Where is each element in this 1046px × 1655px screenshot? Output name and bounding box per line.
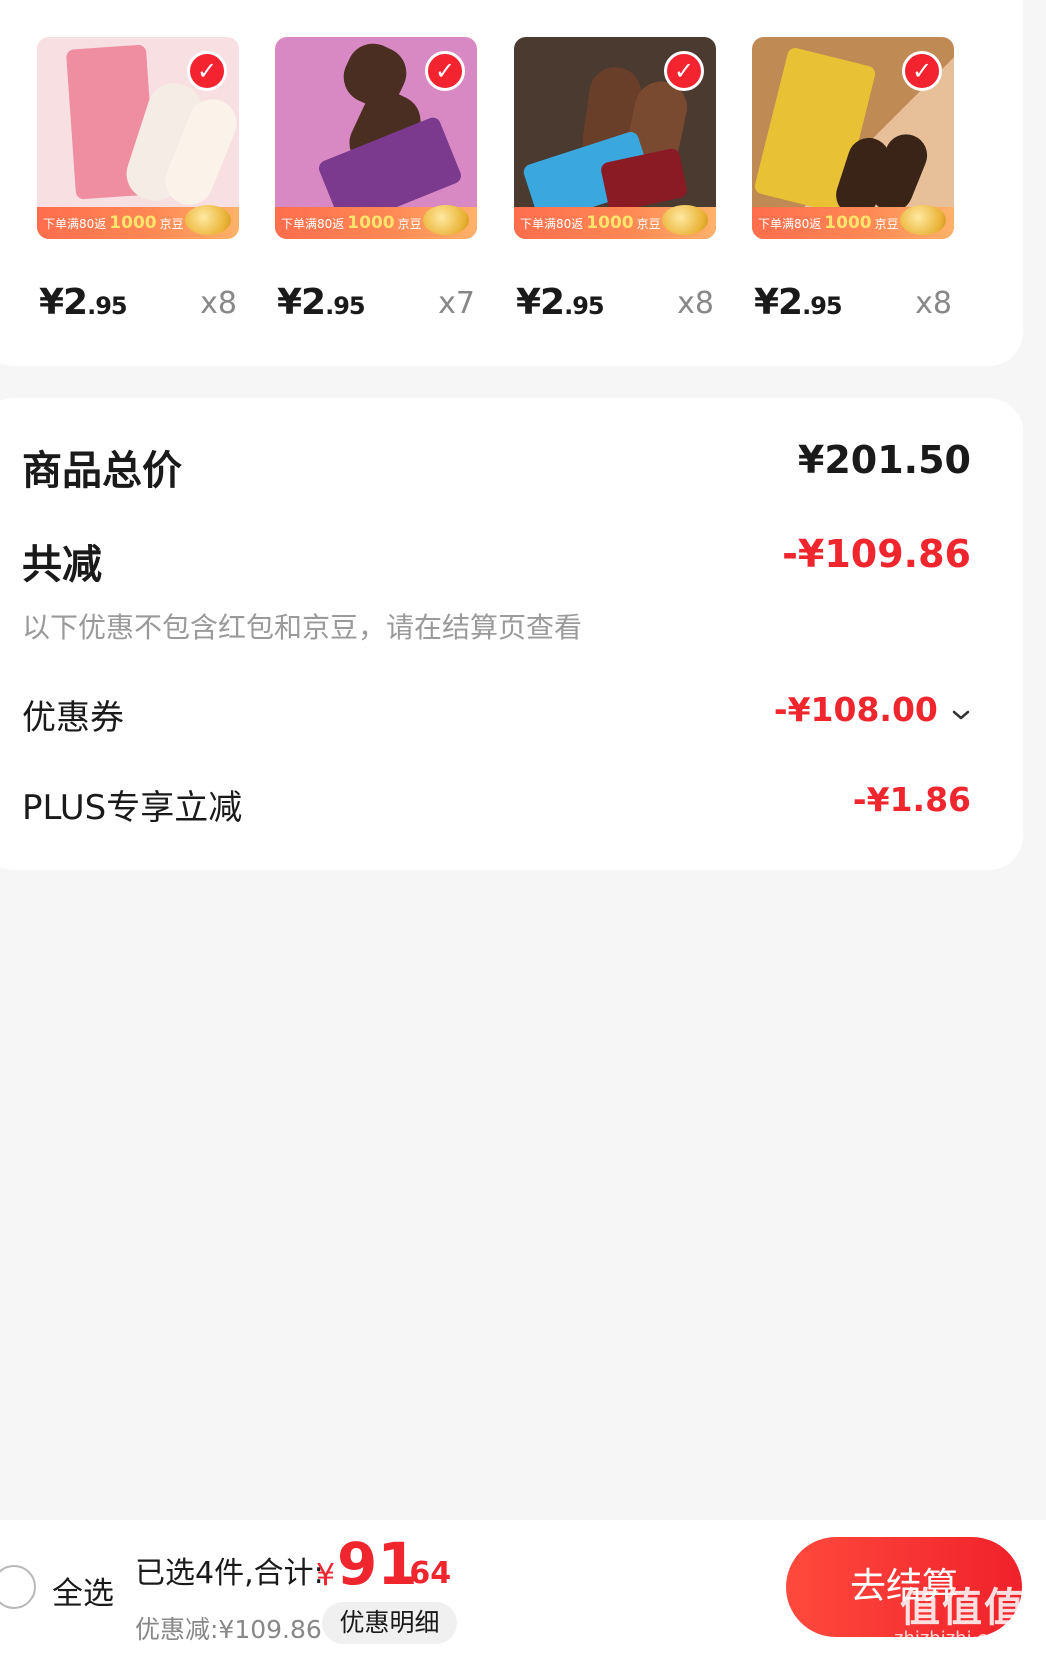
- product-price: ¥2.95: [277, 282, 366, 323]
- checkout-bar: 全选 已选4件,合计: ¥ 91 .64 优惠减:¥109.86 优惠明细 去结…: [0, 1520, 1046, 1655]
- product-image-4[interactable]: 下单满80返 1000 京豆 ✓: [752, 37, 954, 239]
- select-all-label[interactable]: 全选: [52, 1568, 114, 1613]
- checked-icon[interactable]: ✓: [664, 51, 704, 91]
- product-quantity: x8: [677, 286, 714, 321]
- checked-icon[interactable]: ✓: [425, 51, 465, 91]
- total-reduction-value: -¥109.86: [782, 532, 971, 576]
- bean-coin-icon: [900, 205, 946, 235]
- product-image-3[interactable]: 下单满80返 1000 京豆 ✓: [514, 37, 716, 239]
- total-currency: ¥: [316, 1558, 336, 1593]
- coupon-dropdown[interactable]: -¥108.00: [774, 690, 971, 729]
- product-image-2[interactable]: 下单满80返 1000 京豆 ✓: [275, 37, 477, 239]
- discount-note: 以下优惠不包含红包和京豆，请在结算页查看: [22, 611, 583, 644]
- products-card: 下单满80返 1000 京豆 ✓ ¥2.95 x8 下单满80返 1000 京豆 ✓ ¥…: [0, 0, 1023, 366]
- product-quantity: x7: [438, 286, 475, 321]
- select-all-radio[interactable]: [0, 1565, 36, 1609]
- plus-discount-value: -¥1.86: [852, 780, 971, 819]
- coupon-value: -¥108.00: [773, 690, 938, 729]
- total-price-value: ¥201.50: [797, 438, 971, 482]
- watermark-url: zhizhizhi.com: [894, 1628, 1016, 1649]
- checked-icon[interactable]: ✓: [902, 51, 942, 91]
- product-quantity: x8: [200, 286, 237, 321]
- total-amount-decimal: .64: [398, 1556, 452, 1591]
- product-price: ¥2.95: [754, 282, 843, 323]
- product-quantity: x8: [915, 286, 952, 321]
- product-price: ¥2.95: [516, 282, 605, 323]
- checked-icon[interactable]: ✓: [187, 51, 227, 91]
- product-price: ¥2.95: [39, 282, 128, 323]
- plus-discount-label: PLUS专享立减: [22, 788, 243, 828]
- bean-coin-icon: [423, 205, 469, 235]
- chevron-down-icon: [951, 707, 971, 726]
- coupon-label: 优惠券: [22, 698, 124, 738]
- total-price-row: 商品总价 ¥201.50: [22, 438, 971, 498]
- total-price-label: 商品总价: [22, 448, 182, 494]
- discount-amount: 优惠减:¥109.86: [135, 1615, 322, 1644]
- total-reduction-row: 共减 -¥109.86: [22, 532, 971, 592]
- price-summary-card: 商品总价 ¥201.50 共减 -¥109.86 以下优惠不包含红包和京豆，请在…: [0, 398, 1023, 870]
- watermark-logo: 值值值: [900, 1585, 1026, 1631]
- bean-coin-icon: [662, 205, 708, 235]
- total-reduction-label: 共减: [22, 542, 102, 588]
- coupon-row[interactable]: 优惠券 -¥108.00: [22, 690, 971, 740]
- plus-discount-row: PLUS专享立减 -¥1.86: [22, 780, 971, 830]
- selected-summary: 已选4件,合计:: [135, 1556, 324, 1591]
- product-image-1[interactable]: 下单满80返 1000 京豆 ✓: [37, 37, 239, 239]
- discount-detail-button[interactable]: 优惠明细: [322, 1602, 457, 1644]
- bean-coin-icon: [185, 205, 231, 235]
